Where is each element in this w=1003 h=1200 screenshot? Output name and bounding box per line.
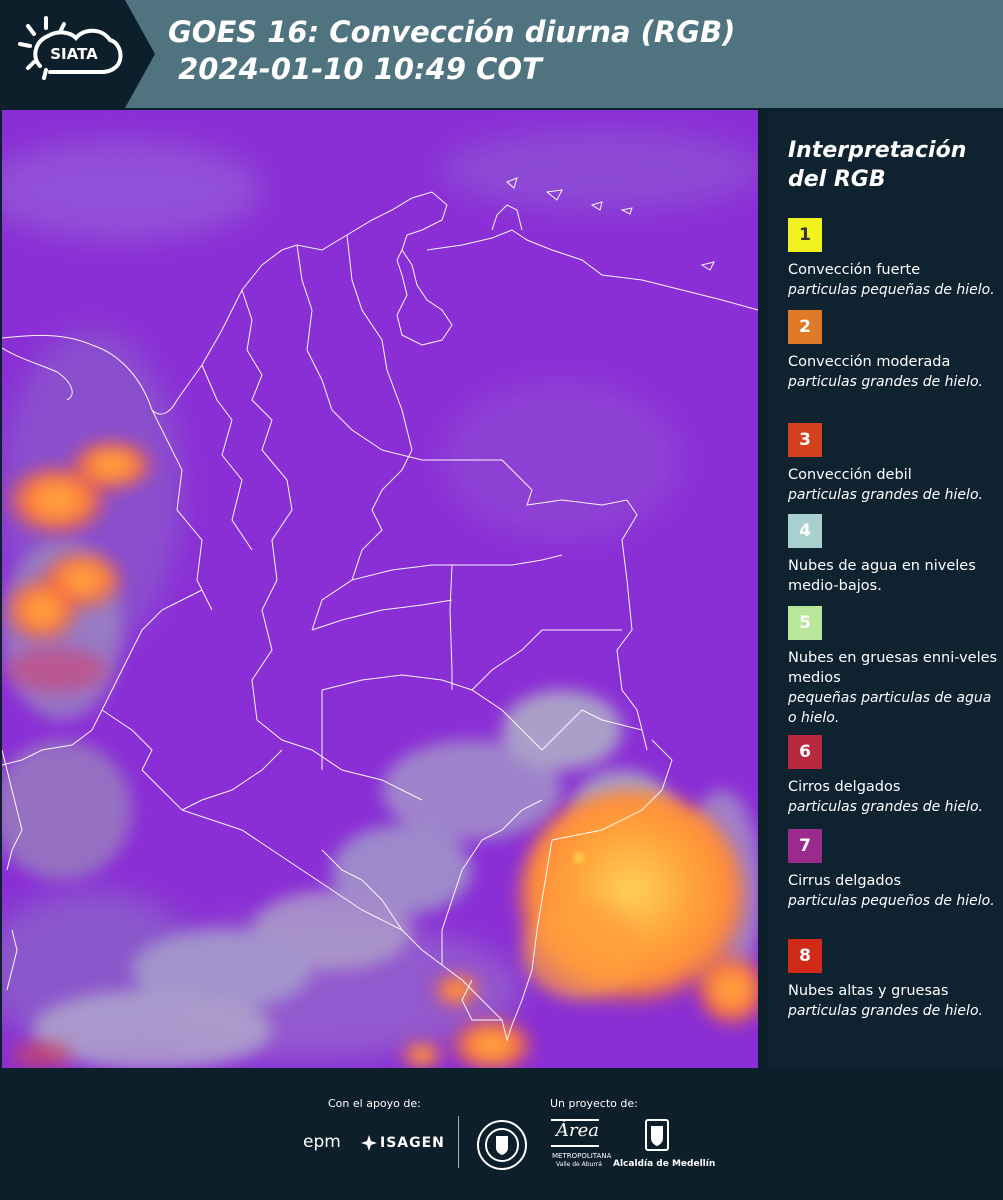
satellite-image: [2, 110, 758, 1068]
legend-sublabel: particulas grandes de hielo.: [788, 1003, 983, 1019]
footer: Con el apoyo de: Un proyecto de: epm ISA…: [0, 1070, 1003, 1200]
medellin-seal-icon: [477, 1120, 527, 1170]
alcaldia-text: Alcaldía de Medellín: [613, 1159, 716, 1169]
project-label: Un proyecto de:: [550, 1097, 638, 1110]
legend-sublabel: pequeñas particulas de agua o hielo.: [788, 690, 992, 726]
header-bar: SIATA GOES 16: Convección diurna (RGB) 2…: [0, 0, 1003, 108]
siata-logo-text: SIATA: [50, 45, 98, 63]
legend-label: Cirros delgados: [788, 779, 901, 795]
legend-swatch: 3: [788, 423, 822, 457]
legend-sublabel: particulas pequeñas de hielo.: [788, 282, 995, 298]
epm-logo: epm: [303, 1132, 341, 1152]
legend-label: Convección debil: [788, 467, 912, 483]
legend-item-6: 6 Cirros delgados particulas grandes de …: [788, 735, 998, 817]
legend-label: Cirrus delgados: [788, 873, 902, 889]
isagen-logo: ISAGEN: [380, 1135, 445, 1151]
legend-sublabel: particulas pequeños de hielo.: [788, 893, 995, 909]
alcaldia-shield-icon: [645, 1119, 669, 1151]
legend-label: Nubes altas y gruesas: [788, 983, 949, 999]
legend-item-2: 2 Convección moderada particulas grandes…: [788, 310, 998, 392]
legend-label: Nubes de agua en niveles medio-bajos.: [788, 558, 976, 594]
legend-item-7: 7 Cirrus delgados particulas pequeños de…: [788, 829, 998, 911]
legend-label: Convección moderada: [788, 354, 951, 370]
legend-item-5: 5 Nubes en gruesas enni-veles medios peq…: [788, 606, 998, 728]
isagen-icon: [361, 1135, 377, 1151]
area-sub2-text: Valle de Aburrá: [556, 1161, 602, 1168]
legend-sublabel: particulas grandes de hielo.: [788, 487, 983, 503]
siata-logo-icon: SIATA: [18, 16, 123, 80]
legend-swatch: 1: [788, 218, 822, 252]
legend-sublabel: particulas grandes de hielo.: [788, 374, 983, 390]
legend-swatch: 7: [788, 829, 822, 863]
legend-sublabel: particulas grandes de hielo.: [788, 799, 983, 815]
legend-swatch: 5: [788, 606, 822, 640]
legend-item-1: 1 Convección fuerte particulas pequeñas …: [788, 218, 998, 300]
legend-item-4: 4 Nubes de agua en niveles medio-bajos.: [788, 514, 998, 596]
legend-panel: Interpretación del RGB 1 Convección fuer…: [768, 110, 1003, 1070]
legend-swatch: 6: [788, 735, 822, 769]
legend-label: Nubes en gruesas enni-veles medios: [788, 650, 998, 686]
area-sub-text: METROPOLITANA: [552, 1152, 612, 1160]
support-label: Con el apoyo de:: [328, 1097, 421, 1110]
legend-swatch: 4: [788, 514, 822, 548]
footer-divider: [458, 1116, 459, 1168]
legend-item-3: 3 Convección debil particulas grandes de…: [788, 423, 998, 505]
legend-title: Interpretación del RGB: [788, 138, 967, 192]
legend-label: Convección fuerte: [788, 262, 921, 278]
legend-swatch: 2: [788, 310, 822, 344]
legend-swatch: 8: [788, 939, 822, 973]
legend-item-8: 8 Nubes altas y gruesas particulas grand…: [788, 939, 998, 1021]
page-title: GOES 16: Convección diurna (RGB) 2024-01…: [168, 15, 736, 86]
area-logo-text: Área: [556, 1120, 599, 1141]
